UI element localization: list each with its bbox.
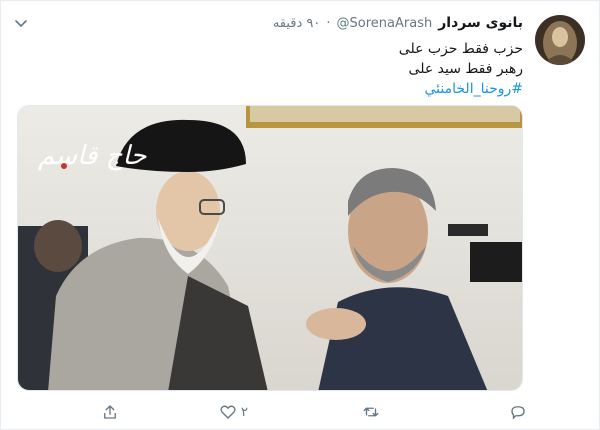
tweet-header: بانوی سردار @SorenaArash · ۹۰ دقیقه [273,15,523,31]
user-handle[interactable]: @SorenaArash [337,16,433,31]
tweet-line-2: رهبر فقط سید علی [408,61,523,77]
share-button[interactable] [101,401,123,423]
media-watermark: حاج قاسم [38,141,147,171]
action-bar: ۲ [101,401,531,423]
reply-button[interactable] [509,401,531,423]
chevron-down-icon[interactable] [13,15,29,31]
tweet-text: حزب فقط حزب علی رهبر فقط سید علی #روحنا_… [83,39,523,99]
like-icon [220,405,236,419]
avatar[interactable] [535,15,585,65]
hashtag-link[interactable]: #روحنا_الخامنئي [83,79,523,99]
display-name[interactable]: بانوی سردار [438,15,523,31]
like-count: ۲ [241,404,248,420]
reply-icon [511,406,525,420]
tweet-card[interactable]: بانوی سردار @SorenaArash · ۹۰ دقیقه حزب … [0,0,600,430]
tweet-photo[interactable]: حاج قاسم [17,105,523,391]
retweet-icon [363,407,379,417]
like-button[interactable]: ۲ [219,401,248,423]
retweet-button[interactable] [361,401,385,423]
tweet-line-1: حزب فقط حزب علی [398,41,523,57]
photo-illustration: حاج قاسم [18,106,522,390]
timestamp[interactable]: ۹۰ دقیقه [273,16,321,31]
share-icon [104,405,116,419]
separator-dot: · [326,15,331,31]
